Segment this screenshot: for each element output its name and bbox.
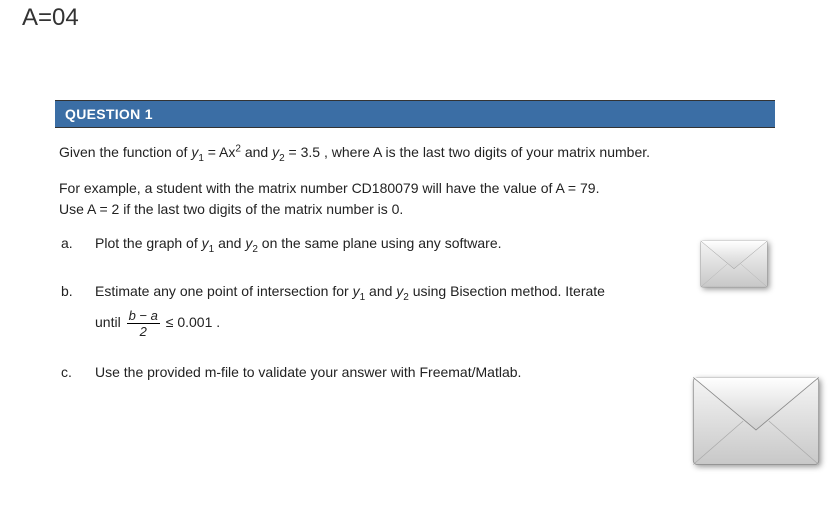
item-c: c. Use the provided m-file to validate y…	[59, 362, 771, 382]
fraction-denominator: 2	[127, 324, 160, 338]
text-segment: using Bisection method. Iterate	[413, 283, 605, 299]
intro-paragraph-2: For example, a student with the matrix n…	[59, 178, 771, 219]
fraction-numerator: b − a	[127, 309, 160, 324]
eq-part: = Ax	[204, 144, 236, 160]
intro-paragraph-1: Given the function of y1 = Ax2 and y2 = …	[59, 142, 771, 166]
fraction: b − a 2	[127, 309, 160, 338]
sub-2: 2	[252, 244, 258, 255]
tolerance-value: 0.001	[177, 315, 212, 331]
sub-1: 1	[209, 244, 215, 255]
item-label-a: a.	[59, 233, 95, 253]
item-text-c: Use the provided m-file to validate your…	[95, 362, 771, 382]
text-segment: until	[95, 315, 125, 331]
item-b: b. Estimate any one point of intersectio…	[59, 281, 771, 338]
period: .	[216, 315, 220, 331]
sub-1: 1	[360, 292, 366, 303]
page-header-variable: A=04	[22, 4, 79, 32]
item-a: a. Plot the graph of y1 and y2 on the sa…	[59, 233, 771, 257]
item-label-c: c.	[59, 362, 95, 382]
text-segment: and	[369, 283, 396, 299]
text-segment: Plot the graph of	[95, 235, 202, 251]
text-segment: Estimate any one point of intersection f…	[95, 283, 353, 299]
text-segment: Given the function of	[59, 144, 191, 160]
text-line: Use A = 2 if the last two digits of the …	[59, 201, 403, 217]
question-body: Given the function of y1 = Ax2 and y2 = …	[55, 128, 775, 383]
question-container: QUESTION 1 Given the function of y1 = Ax…	[55, 100, 775, 407]
text-segment: and	[218, 235, 245, 251]
var-y1: y	[202, 235, 209, 251]
item-label-b: b.	[59, 281, 95, 301]
envelope-icon	[700, 240, 768, 288]
item-text-a: Plot the graph of y1 and y2 on the same …	[95, 233, 771, 257]
text-segment: and	[245, 144, 272, 160]
sub-2: 2	[403, 292, 409, 303]
sup-2: 2	[235, 143, 241, 154]
text-segment: on the same plane using any software.	[262, 235, 502, 251]
item-text-b: Estimate any one point of intersection f…	[95, 281, 771, 338]
envelope-icon	[692, 376, 820, 466]
question-banner: QUESTION 1	[55, 100, 775, 128]
eq-part: = 3.5	[285, 144, 320, 160]
text-line: For example, a student with the matrix n…	[59, 180, 599, 196]
text-segment: , where A is the last two digits of your…	[324, 144, 650, 160]
var-y1: y	[353, 283, 360, 299]
operator-leq: ≤	[166, 315, 178, 331]
